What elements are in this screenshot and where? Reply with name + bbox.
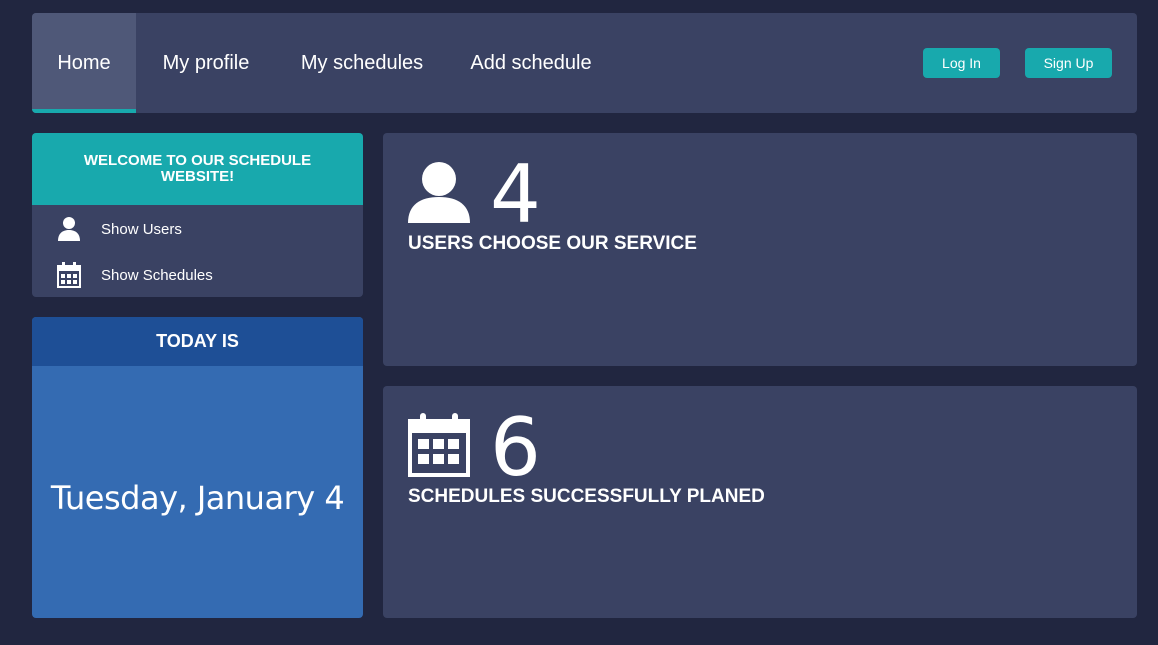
user-icon [408,161,470,228]
nav-home[interactable]: Home [32,13,136,113]
nav-add-schedule[interactable]: Add schedule [462,13,600,113]
users-stat-card: 4 USERS CHOOSE OUR SERVICE [383,133,1137,366]
calendar-icon [57,262,81,288]
sidebar-item-label: Show Schedules [101,266,213,284]
user-icon [57,216,81,242]
today-date: Tuesday, January 4 [50,479,345,517]
signup-button[interactable]: Sign Up [1025,48,1112,78]
today-heading: TODAY IS [32,317,363,366]
welcome-panel: WELCOME TO OUR SCHEDULE WEBSITE! Show Us… [32,133,363,297]
calendar-icon [408,413,470,482]
users-count: 4 [490,148,541,241]
schedules-stat-label: SCHEDULES SUCCESSFULLY PLANED [408,486,765,507]
sidebar-item-label: Show Users [101,220,182,238]
top-navbar: Home My profile My schedules Add schedul… [32,13,1137,113]
nav-my-profile[interactable]: My profile [151,13,261,113]
welcome-title: WELCOME TO OUR SCHEDULE WEBSITE! [32,133,363,205]
today-panel: TODAY IS Tuesday, January 4 [32,317,363,618]
sidebar-item-show-schedules[interactable]: Show Schedules [32,255,363,295]
login-button[interactable]: Log In [923,48,1000,78]
nav-my-schedules[interactable]: My schedules [291,13,433,113]
schedules-count: 6 [490,401,541,494]
users-stat-label: USERS CHOOSE OUR SERVICE [408,233,697,254]
sidebar-item-show-users[interactable]: Show Users [32,209,363,249]
schedules-stat-card: 6 SCHEDULES SUCCESSFULLY PLANED [383,386,1137,618]
